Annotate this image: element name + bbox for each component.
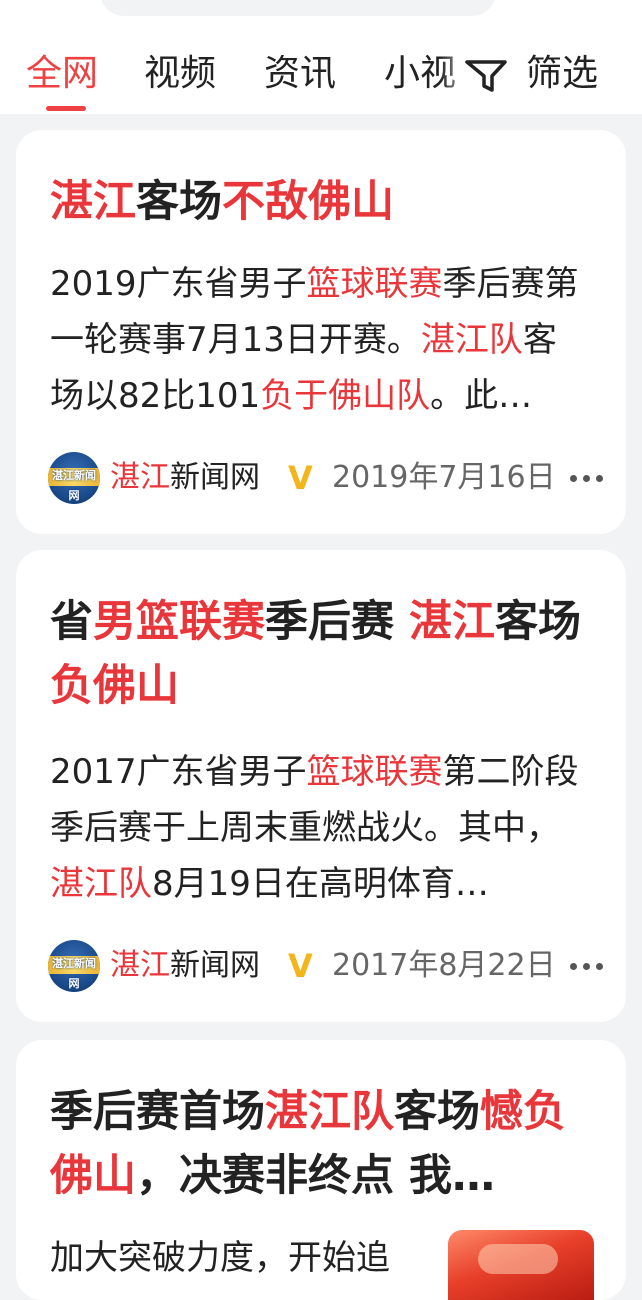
- filter-funnel-icon: [465, 60, 507, 92]
- title-text: 省: [50, 597, 93, 647]
- source-rest: 新闻网: [170, 460, 260, 495]
- title-text: 客场: [394, 1087, 480, 1137]
- search-box[interactable]: [100, 0, 496, 16]
- news-card[interactable]: 省男篮联赛季后赛 湛江客场负佛山 2017广东省男子篮球联赛第二阶段季后赛于上周…: [16, 550, 626, 1022]
- filter-button[interactable]: 筛选: [460, 46, 642, 106]
- snippet-text: 加大突破力度，开始追: [50, 1238, 390, 1278]
- verified-badge-icon: V: [288, 947, 313, 985]
- snippet-highlight: 湛江队: [50, 864, 152, 904]
- card-title[interactable]: 季后赛首场湛江队客场憾负佛山，决赛非终点 我…: [50, 1080, 590, 1208]
- title-highlight: 湛江队: [265, 1087, 394, 1137]
- title-highlight: 男篮联赛: [93, 597, 265, 647]
- thumbnail-detail: [478, 1244, 558, 1274]
- title-highlight: 不敌佛山: [222, 177, 394, 227]
- article-thumbnail[interactable]: [448, 1230, 594, 1300]
- snippet-text: 8月19日在高明体育…: [152, 864, 489, 904]
- snippet-highlight: 湛江队: [420, 320, 523, 360]
- more-options-icon[interactable]: [566, 452, 608, 504]
- title-text: 季后赛首场: [50, 1087, 265, 1137]
- title-highlight: 湛江: [50, 177, 136, 227]
- title-text: 季后赛: [265, 597, 409, 647]
- source-rest: 新闻网: [170, 948, 260, 983]
- more-options-icon[interactable]: [566, 940, 608, 992]
- publish-date: 2019年7月16日: [332, 460, 556, 495]
- top-bar: 全网 视频 资讯 小视 筛选: [0, 0, 642, 114]
- snippet-highlight: 负于佛山队: [260, 376, 431, 416]
- source-name[interactable]: 湛江新闻网: [110, 452, 260, 504]
- title-text: 客场: [494, 597, 581, 647]
- tab-all[interactable]: 全网: [26, 46, 98, 102]
- source-highlight: 湛江: [110, 460, 170, 495]
- filter-label: 筛选: [526, 53, 599, 94]
- snippet-highlight: 篮球联赛: [306, 752, 443, 792]
- snippet-text: 2019广东省男子: [50, 264, 307, 304]
- tab-news[interactable]: 资讯: [264, 46, 336, 102]
- publish-date: 2017年8月22日: [332, 948, 556, 983]
- avatar-logo-text: 湛江新闻网: [52, 957, 96, 990]
- card-title[interactable]: 省男篮联赛季后赛 湛江客场负佛山: [50, 590, 590, 718]
- source-avatar[interactable]: 湛江新闻网: [48, 940, 100, 992]
- tab-video[interactable]: 视频: [144, 46, 216, 102]
- source-name[interactable]: 湛江新闻网: [110, 940, 260, 992]
- source-highlight: 湛江: [110, 948, 170, 983]
- card-snippet: 2019广东省男子篮球联赛季后赛第一轮赛事7月13日开赛。湛江队客场以82比10…: [50, 256, 590, 424]
- title-text: ，决赛非终点 我…: [136, 1151, 495, 1201]
- snippet-text: 。此…: [430, 376, 533, 416]
- avatar-logo-text: 湛江新闻网: [52, 469, 96, 502]
- news-card[interactable]: 季后赛首场湛江队客场憾负佛山，决赛非终点 我… 加大突破力度，开始追: [16, 1040, 626, 1300]
- source-avatar[interactable]: 湛江新闻网: [48, 452, 100, 504]
- card-meta: 湛江新闻网 湛江新闻网 V 2017年8月22日: [48, 940, 608, 992]
- card-title[interactable]: 湛江客场不敌佛山: [50, 170, 590, 234]
- verified-badge-icon: V: [288, 459, 313, 497]
- snippet-highlight: 篮球联赛: [306, 264, 443, 304]
- active-tab-indicator: [46, 106, 86, 111]
- news-card[interactable]: 湛江客场不敌佛山 2019广东省男子篮球联赛季后赛第一轮赛事7月13日开赛。湛江…: [16, 130, 626, 534]
- card-snippet: 加大突破力度，开始追: [50, 1230, 440, 1286]
- snippet-text: 2017广东省男子: [50, 752, 307, 792]
- card-snippet: 2017广东省男子篮球联赛第二阶段季后赛于上周末重燃战火。其中，湛江队8月19日…: [50, 744, 590, 912]
- card-meta: 湛江新闻网 湛江新闻网 V 2019年7月16日: [48, 452, 608, 504]
- title-highlight: 湛江: [408, 597, 495, 647]
- title-text: 客场: [136, 177, 222, 227]
- title-highlight: 负佛山: [50, 661, 179, 711]
